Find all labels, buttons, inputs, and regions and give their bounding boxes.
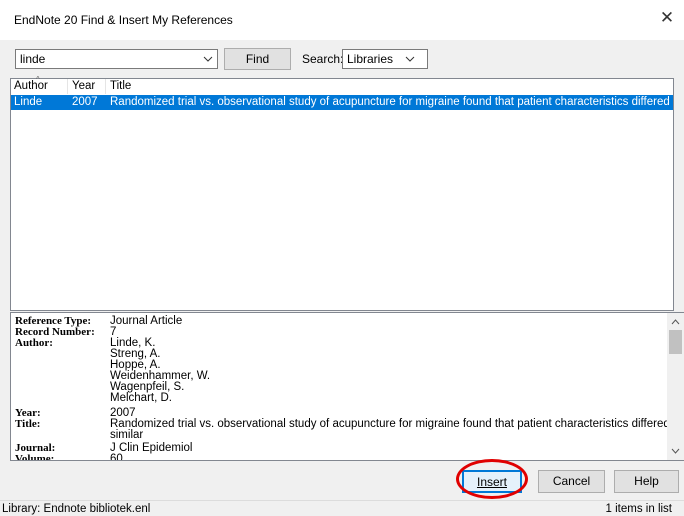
field-label-author: Author: <box>15 337 53 349</box>
row-author: Linde <box>14 96 43 108</box>
title-value: Randomized trial vs. observational study… <box>110 418 684 430</box>
title-value-continued: similar <box>110 429 144 441</box>
reference-list[interactable]: Author ^ Year Title Linde 2007 Randomize… <box>10 75 674 311</box>
column-header-author[interactable]: Author <box>14 80 48 92</box>
column-divider[interactable] <box>67 79 68 94</box>
search-input[interactable]: linde <box>15 49 218 69</box>
close-icon[interactable]: ✕ <box>658 9 676 27</box>
search-scope-select[interactable]: Libraries <box>342 49 428 69</box>
search-bar: linde Find Search: Libraries <box>0 40 684 78</box>
author-value: Melchart, D. <box>110 392 172 404</box>
help-button[interactable]: Help <box>614 470 679 493</box>
reference-preview: Reference Type: Journal Article Record N… <box>10 312 684 461</box>
list-header: Author ^ Year Title <box>11 75 673 94</box>
find-button[interactable]: Find <box>224 48 291 70</box>
window-title: EndNote 20 Find & Insert My References <box>14 13 233 27</box>
table-row[interactable]: Linde 2007 Randomized trial vs. observat… <box>11 95 673 110</box>
cancel-button[interactable]: Cancel <box>538 470 605 493</box>
chevron-up-icon[interactable] <box>670 317 681 327</box>
column-header-title[interactable]: Title <box>110 80 131 92</box>
title-bar: EndNote 20 Find & Insert My References ✕ <box>0 0 684 40</box>
column-divider[interactable] <box>105 79 106 94</box>
chevron-down-icon[interactable] <box>201 51 215 67</box>
insert-button-label: Insert <box>476 475 507 489</box>
field-label-title: Title: <box>15 418 41 430</box>
chevron-down-icon[interactable] <box>403 51 417 67</box>
chevron-down-icon[interactable] <box>670 446 681 456</box>
search-query: linde <box>20 52 46 66</box>
volume-value: 60 <box>110 453 123 461</box>
preview-scrollbar[interactable] <box>667 313 684 460</box>
field-label-volume: Volume: <box>15 453 55 461</box>
library-status: Library: Endnote bibliotek.enl <box>2 503 151 515</box>
row-title: Randomized trial vs. observational study… <box>110 96 670 108</box>
item-count-status: 1 items in list <box>605 503 672 515</box>
row-year: 2007 <box>72 96 98 108</box>
status-bar: Library: Endnote bibliotek.enl 1 items i… <box>0 500 684 516</box>
scrollbar-thumb[interactable] <box>669 330 682 354</box>
column-header-year[interactable]: Year <box>72 80 95 92</box>
sort-ascending-icon: ^ <box>36 75 40 84</box>
search-scope-value: Libraries <box>347 52 394 66</box>
search-scope-label: Search: <box>302 52 344 66</box>
find-insert-dialog: EndNote 20 Find & Insert My References ✕… <box>0 0 684 516</box>
insert-button[interactable]: Insert <box>462 470 522 493</box>
reference-type-value: Journal Article <box>110 315 183 327</box>
